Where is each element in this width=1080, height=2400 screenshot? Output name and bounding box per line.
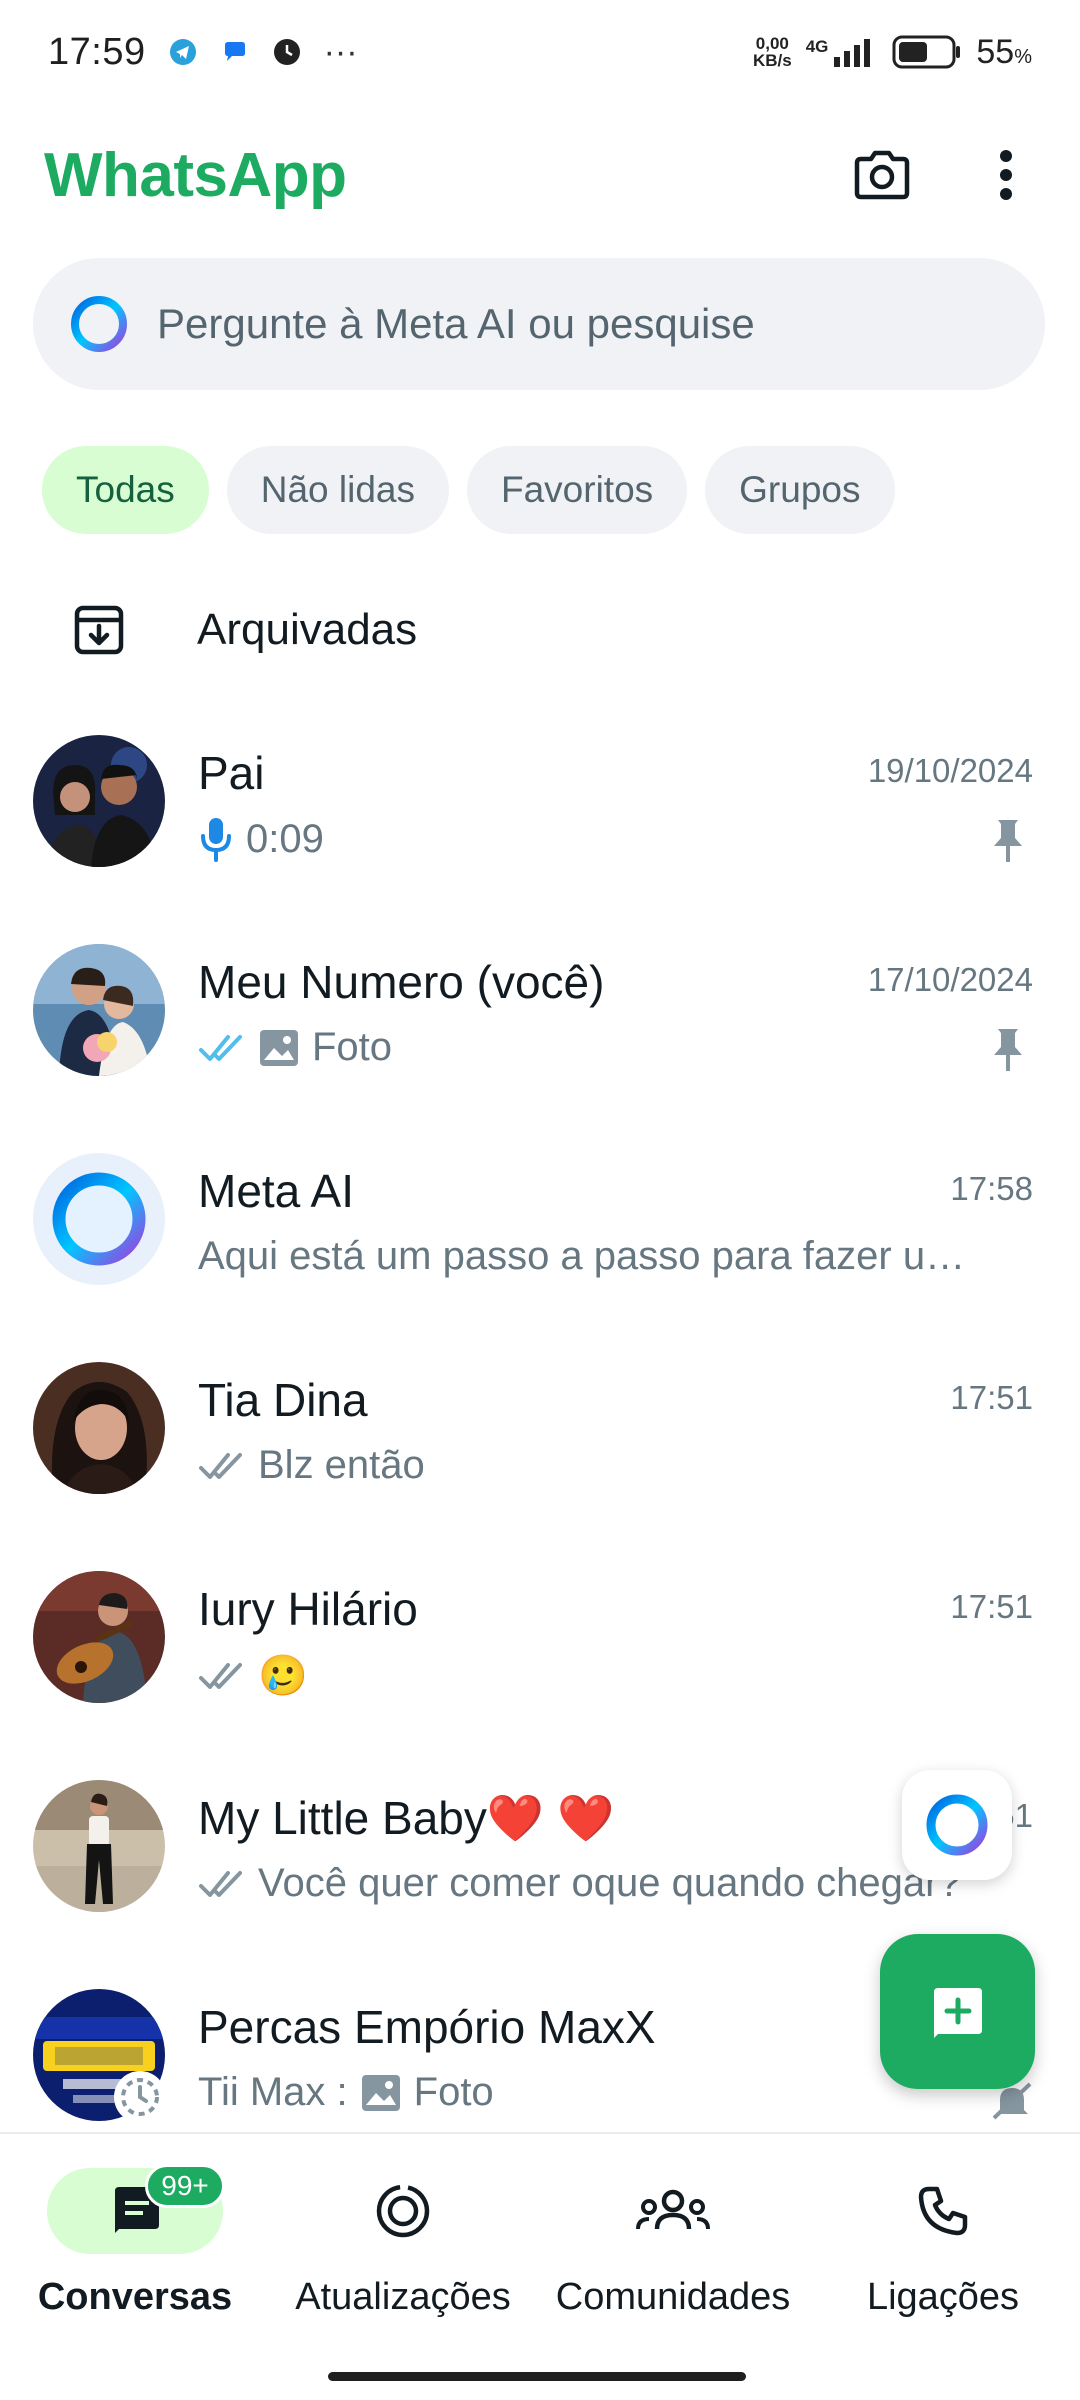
signal-icon xyxy=(834,39,871,67)
filter-chip-favorites[interactable]: Favoritos xyxy=(467,446,688,534)
double-check-icon xyxy=(199,1452,242,1479)
clock-app-icon xyxy=(273,39,300,65)
avatar[interactable] xyxy=(33,1780,165,1912)
camera-icon xyxy=(854,150,910,200)
chat-time: 19/10/2024 xyxy=(867,752,1033,789)
nav-label: Conversas xyxy=(37,2276,233,2318)
chat-preview: 🥲 xyxy=(198,1652,308,1699)
photo-icon xyxy=(260,1029,298,1066)
status-bar: 17:59 ··· 0,00 KB/s 4G 55% xyxy=(0,0,1080,104)
chat-row[interactable]: Pai 19/10/2024 0:09 xyxy=(0,710,1080,919)
avatar[interactable] xyxy=(33,944,165,1076)
updates-icon xyxy=(376,2184,430,2238)
battery-icon xyxy=(892,35,961,69)
app-title: WhatsApp xyxy=(44,140,347,210)
menu-button[interactable] xyxy=(976,145,1036,205)
double-check-icon xyxy=(199,1662,242,1689)
home-indicator[interactable] xyxy=(328,2372,746,2381)
avatar[interactable] xyxy=(33,1571,165,1703)
chat-name: My Little Baby❤️ ❤️ xyxy=(198,1792,615,1844)
nav-updates[interactable]: Atualizações xyxy=(268,2168,538,2319)
filter-chip-groups[interactable]: Grupos xyxy=(705,446,895,534)
chat-name: Percas Empório MaxX xyxy=(198,2001,656,2053)
nav-chats[interactable]: 99+ Conversas xyxy=(0,2164,270,2319)
chat-time: 17/10/2024 xyxy=(867,961,1033,998)
nav-label: Atualizações xyxy=(295,2276,511,2318)
nav-calls[interactable]: Ligações xyxy=(808,2168,1078,2319)
nav-label: Comunidades xyxy=(555,2276,791,2318)
chat-preview: Você quer comer oque quando chegar? xyxy=(198,1861,961,1906)
chat-time: 17:51 xyxy=(950,1588,1033,1625)
photo-icon xyxy=(361,2074,400,2111)
network-type: 4G xyxy=(805,37,829,56)
nav-label: Ligações xyxy=(866,2276,1020,2318)
meta-ai-icon xyxy=(71,296,127,352)
avatar[interactable] xyxy=(33,1362,165,1494)
avatar[interactable] xyxy=(33,1153,165,1285)
new-chat-icon xyxy=(933,1987,982,2038)
nav-communities[interactable]: Comunidades xyxy=(538,2168,808,2319)
search-input[interactable]: Pergunte à Meta AI ou pesquise xyxy=(157,300,755,348)
chat-preview: Tii Max : Foto xyxy=(198,2070,494,2114)
chat-preview: 0:09 xyxy=(198,816,324,862)
chat-name: Pai xyxy=(198,747,265,799)
communities-icon xyxy=(636,2189,710,2230)
double-check-read-icon xyxy=(199,1034,242,1061)
chat-row[interactable]: Tia Dina 17:51 Blz então xyxy=(0,1337,1080,1546)
filter-chip-all[interactable]: Todas xyxy=(42,446,209,534)
chat-row[interactable]: Iury Hilário 17:51 🥲 xyxy=(0,1546,1080,1755)
chat-name: Meu Numero (você) xyxy=(198,956,605,1008)
chat-name: Meta AI xyxy=(198,1165,354,1217)
chat-preview: Aqui está um passo a passo para fazer u… xyxy=(198,1234,966,1278)
unread-badge: 99+ xyxy=(145,2164,225,2208)
pin-icon xyxy=(994,820,1022,862)
new-chat-button[interactable] xyxy=(880,1934,1035,2089)
filter-chips: Todas Não lidas Favoritos Grupos xyxy=(42,446,895,534)
status-ring-icon xyxy=(114,2071,166,2123)
archived-label: Arquivadas xyxy=(197,605,418,654)
battery-percent: 55% xyxy=(976,32,1032,71)
chat-row[interactable]: Meu Numero (você) 17/10/2024 Foto xyxy=(0,919,1080,1128)
meta-ai-button[interactable] xyxy=(902,1770,1012,1880)
status-time: 17:59 xyxy=(48,30,146,73)
chat-preview: Blz então xyxy=(198,1443,425,1488)
network-speed: 0,00 KB/s xyxy=(752,34,792,70)
more-notifications-icon: ··· xyxy=(323,32,358,71)
chat-preview: Foto xyxy=(198,1025,392,1070)
pin-icon xyxy=(994,1029,1022,1071)
microphone-icon xyxy=(201,818,231,862)
chat-time: 17:51 xyxy=(950,1379,1033,1416)
filter-chip-unread[interactable]: Não lidas xyxy=(226,446,449,534)
chat-name: Tia Dina xyxy=(198,1374,368,1426)
camera-button[interactable] xyxy=(852,145,912,205)
phone-icon xyxy=(918,2186,968,2236)
avatar[interactable] xyxy=(33,735,165,867)
search-bar[interactable]: Pergunte à Meta AI ou pesquise xyxy=(33,258,1045,390)
bottom-navigation: 99+ Conversas Atualizações Comunidades L… xyxy=(0,2132,1080,2400)
more-vertical-icon xyxy=(1000,150,1012,200)
chat-name: Iury Hilário xyxy=(198,1583,418,1635)
telegram-icon xyxy=(169,39,196,65)
meta-ai-icon xyxy=(926,1794,988,1856)
app-header: WhatsApp xyxy=(0,120,1080,230)
chat-time: 17:58 xyxy=(950,1170,1033,1207)
chat-sender: Tii Max : xyxy=(198,2070,348,2114)
double-check-icon xyxy=(199,1870,242,1897)
chat-row[interactable]: Meta AI 17:58 Aqui está um passo a passo… xyxy=(0,1128,1080,1337)
archive-icon xyxy=(74,605,124,655)
archived-row[interactable]: Arquivadas xyxy=(0,580,1080,680)
message-icon xyxy=(224,42,245,61)
